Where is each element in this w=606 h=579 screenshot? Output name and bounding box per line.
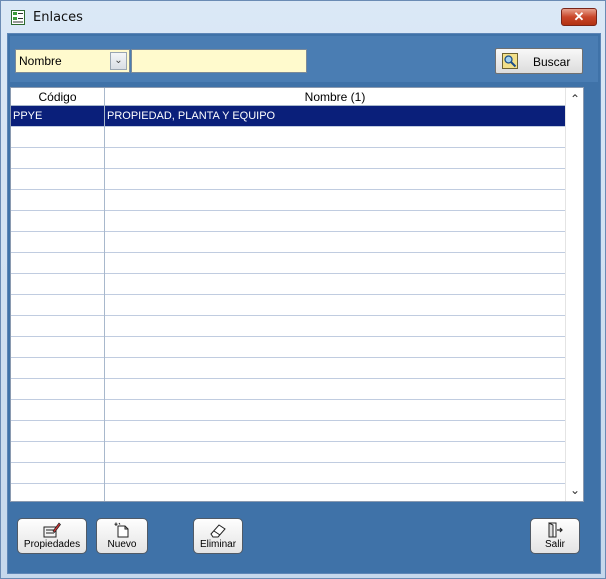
grid-header: Código Nombre (1) (11, 88, 565, 106)
search-bar: Nombre ⌄ Buscar (10, 36, 598, 82)
enlaces-window: Enlaces ✕ Nombre ⌄ Buscar Código Nombre … (0, 0, 606, 579)
app-icon (11, 10, 25, 25)
salir-label: Salir (544, 539, 565, 550)
table-row[interactable] (11, 232, 565, 253)
title-bar[interactable]: Enlaces ✕ (1, 1, 605, 33)
table-row[interactable] (11, 148, 565, 169)
table-row[interactable] (11, 484, 565, 501)
column-header-codigo[interactable]: Código (11, 90, 104, 104)
buscar-label: Buscar (533, 55, 571, 69)
window-title: Enlaces (33, 10, 83, 25)
table-row[interactable] (11, 421, 565, 442)
search-icon (502, 53, 518, 69)
nuevo-label: Nuevo (107, 539, 137, 550)
table-row[interactable] (11, 253, 565, 274)
close-button[interactable]: ✕ (561, 8, 597, 26)
propiedades-label: Propiedades (23, 539, 81, 550)
column-header-nombre[interactable]: Nombre (1) (105, 90, 565, 104)
new-document-icon (114, 522, 129, 538)
search-field-select[interactable]: Nombre ⌄ (15, 49, 130, 73)
column-divider (104, 88, 105, 501)
table-row[interactable] (11, 190, 565, 211)
close-icon: ✕ (573, 9, 585, 24)
table-row[interactable] (11, 274, 565, 295)
search-field-value: Nombre (19, 54, 62, 68)
results-grid[interactable]: Código Nombre (1) PPYE PROPIEDAD, PLANTA … (10, 87, 584, 502)
scroll-down-icon[interactable]: ⌄ (566, 481, 583, 499)
scroll-up-icon[interactable]: ⌃ (566, 90, 583, 108)
table-row[interactable] (11, 211, 565, 232)
table-row[interactable] (11, 400, 565, 421)
exit-door-icon (548, 522, 563, 538)
nuevo-button[interactable]: Nuevo (96, 518, 148, 554)
table-row[interactable] (11, 463, 565, 484)
table-row[interactable] (11, 127, 565, 148)
table-row[interactable] (11, 316, 565, 337)
eliminar-label: Eliminar (199, 539, 237, 550)
table-row[interactable] (11, 442, 565, 463)
eraser-icon (210, 524, 226, 538)
table-row[interactable] (11, 295, 565, 316)
table-row[interactable] (11, 169, 565, 190)
propiedades-button[interactable]: Propiedades (17, 518, 87, 554)
main-panel: Nombre ⌄ Buscar Código Nombre (1) PPYE PR… (7, 33, 601, 574)
vertical-scrollbar[interactable]: ⌃ ⌄ (565, 88, 583, 501)
table-row[interactable] (11, 379, 565, 400)
salir-button[interactable]: Salir (530, 518, 580, 554)
table-row[interactable] (11, 358, 565, 379)
cell-codigo: PPYE (13, 110, 43, 122)
chevron-down-icon[interactable]: ⌄ (110, 52, 127, 70)
properties-icon (43, 522, 61, 538)
search-input[interactable] (131, 49, 307, 73)
table-row[interactable] (11, 337, 565, 358)
cell-nombre: PROPIEDAD, PLANTA Y EQUIPO (107, 110, 276, 122)
table-row[interactable]: PPYE PROPIEDAD, PLANTA Y EQUIPO (11, 106, 565, 127)
eliminar-button[interactable]: Eliminar (193, 518, 243, 554)
buscar-button[interactable]: Buscar (495, 48, 583, 74)
